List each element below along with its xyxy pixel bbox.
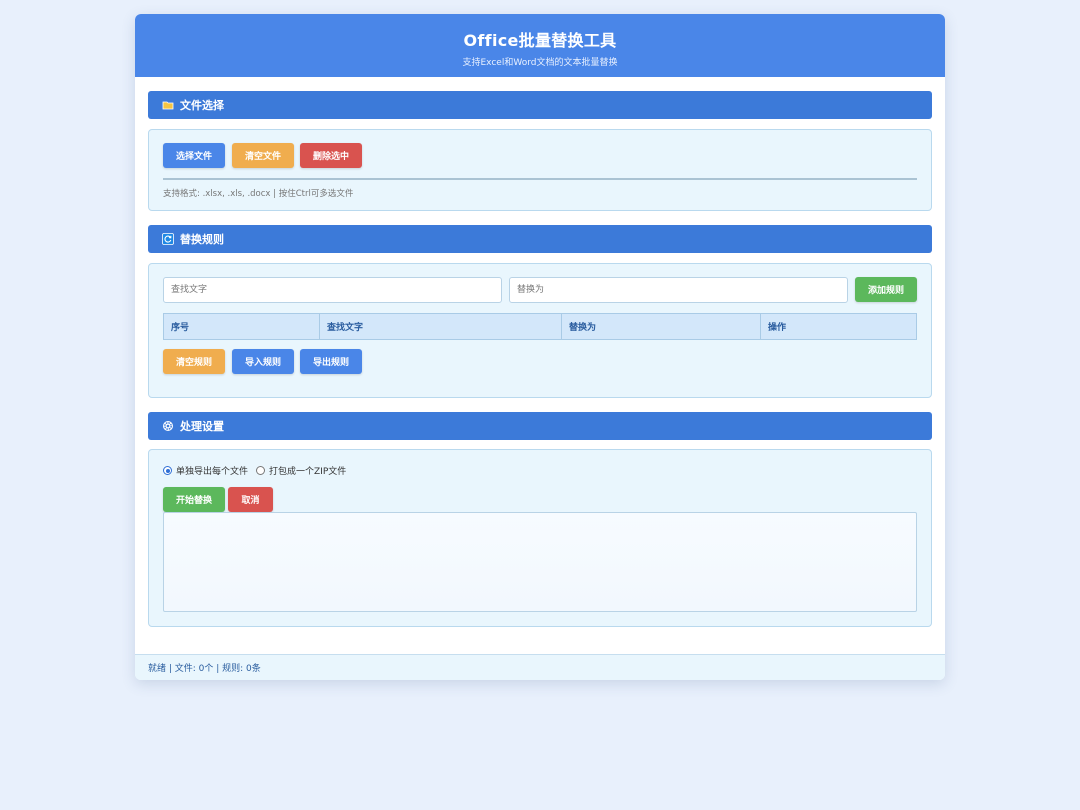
export-zip-radio[interactable] bbox=[256, 466, 266, 475]
export-rules-button[interactable]: 导出规则 bbox=[300, 349, 362, 374]
gear-icon bbox=[162, 420, 174, 432]
replace-text-input[interactable] bbox=[509, 277, 848, 303]
rules-table-header: 序号 查找文字 替换为 操作 bbox=[163, 313, 917, 340]
rules-panel: 添加规则 序号 查找文字 替换为 操作 清空规则 导入规则 导出规则 bbox=[148, 263, 932, 398]
app-subtitle: 支持Excel和Word文档的文本批量替换 bbox=[462, 58, 618, 68]
find-text-input[interactable] bbox=[163, 277, 502, 303]
start-replace-button[interactable]: 开始替换 bbox=[163, 487, 225, 512]
file-section-header: 文件选择 bbox=[148, 91, 932, 119]
delete-selected-button[interactable]: 删除选中 bbox=[300, 143, 362, 168]
process-section-title: 处理设置 bbox=[180, 420, 224, 433]
clear-files-button[interactable]: 清空文件 bbox=[232, 143, 294, 168]
export-separately-label[interactable]: 单独导出每个文件 bbox=[176, 464, 248, 477]
column-header-find[interactable]: 查找文字 bbox=[320, 314, 562, 339]
rules-section-header: 替换规则 bbox=[148, 225, 932, 253]
app-header: Office批量替换工具 支持Excel和Word文档的文本批量替换 bbox=[135, 14, 945, 77]
column-header-action[interactable]: 操作 bbox=[761, 314, 916, 339]
clear-rules-button[interactable]: 清空规则 bbox=[163, 349, 225, 374]
app-window: Office批量替换工具 支持Excel和Word文档的文本批量替换 文件选择 … bbox=[135, 14, 945, 680]
import-rules-button[interactable]: 导入规则 bbox=[232, 349, 294, 374]
app-title: Office批量替换工具 bbox=[463, 31, 617, 50]
status-text: 就绪 | 文件: 0个 | 规则: 0条 bbox=[148, 664, 261, 674]
column-header-replace[interactable]: 替换为 bbox=[562, 314, 761, 339]
status-bar: 就绪 | 文件: 0个 | 规则: 0条 bbox=[135, 654, 945, 680]
file-panel: 选择文件 清空文件 删除选中 支持格式: .xlsx, .xls, .docx … bbox=[148, 129, 932, 211]
file-list-divider bbox=[163, 178, 917, 180]
process-panel: 单独导出每个文件 打包成一个ZIP文件 开始替换 取消 bbox=[148, 449, 932, 627]
rules-section-title: 替换规则 bbox=[180, 233, 224, 246]
select-files-button[interactable]: 选择文件 bbox=[163, 143, 225, 168]
export-zip-label[interactable]: 打包成一个ZIP文件 bbox=[269, 464, 346, 477]
cancel-button[interactable]: 取消 bbox=[228, 487, 273, 512]
refresh-icon bbox=[162, 233, 174, 245]
column-header-index[interactable]: 序号 bbox=[164, 314, 320, 339]
file-section-title: 文件选择 bbox=[180, 99, 224, 112]
log-output-area[interactable] bbox=[163, 512, 917, 612]
process-section-header: 处理设置 bbox=[148, 412, 932, 440]
add-rule-button[interactable]: 添加规则 bbox=[855, 277, 917, 302]
export-mode-options: 单独导出每个文件 打包成一个ZIP文件 bbox=[163, 464, 354, 477]
folder-icon bbox=[162, 99, 174, 111]
file-format-hint: 支持格式: .xlsx, .xls, .docx | 按住Ctrl可多选文件 bbox=[163, 189, 354, 199]
export-separately-radio[interactable] bbox=[163, 466, 172, 475]
